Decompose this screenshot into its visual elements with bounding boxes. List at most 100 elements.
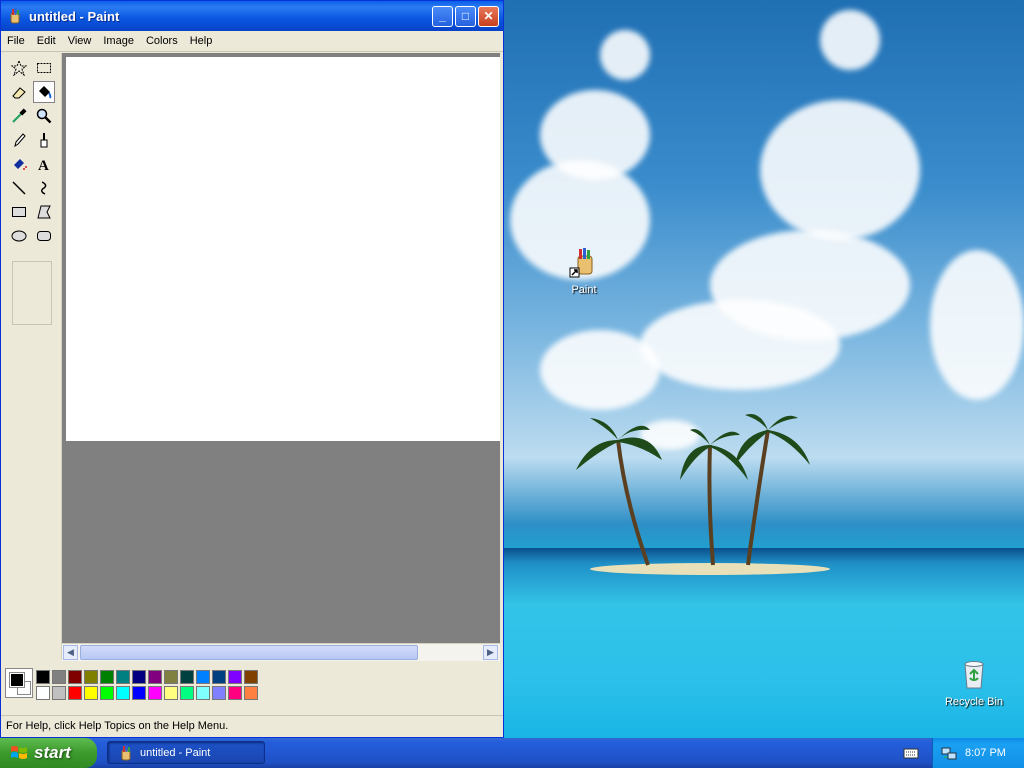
scroll-thumb[interactable] xyxy=(80,645,418,660)
palette-swatch[interactable] xyxy=(148,686,162,700)
palette-swatch[interactable] xyxy=(100,670,114,684)
palette-swatch[interactable] xyxy=(116,686,130,700)
clock[interactable]: 8:07 PM xyxy=(965,747,1006,759)
palette-swatch[interactable] xyxy=(164,686,178,700)
work-area: A ◀ ▶ xyxy=(4,53,500,711)
palette-swatch[interactable] xyxy=(36,670,50,684)
tool-options-box[interactable] xyxy=(12,261,52,325)
cloud xyxy=(640,300,840,390)
menu-colors[interactable]: Colors xyxy=(140,35,184,47)
taskbar-button-label: untitled - Paint xyxy=(140,746,211,759)
palette-swatch[interactable] xyxy=(228,670,242,684)
chevron-right-icon: ▶ xyxy=(487,647,494,657)
color-palette xyxy=(4,666,500,706)
menu-bar: File Edit View Image Colors Help xyxy=(1,31,503,52)
minimize-icon: _ xyxy=(439,9,446,23)
palette-swatch[interactable] xyxy=(180,686,194,700)
menu-edit[interactable]: Edit xyxy=(31,35,62,47)
palm-trees-icon xyxy=(576,414,810,566)
maximize-icon: □ xyxy=(461,9,470,23)
windows-logo-icon xyxy=(11,746,27,759)
keyboard-icon[interactable] xyxy=(903,745,919,761)
palette-swatch[interactable] xyxy=(84,670,98,684)
scroll-right-button[interactable]: ▶ xyxy=(483,645,498,660)
close-icon: ✕ xyxy=(483,9,494,23)
desktop-icon-label: Paint xyxy=(571,284,597,296)
tool-polygon[interactable] xyxy=(33,201,55,223)
palette-swatch[interactable] xyxy=(180,670,194,684)
paint-app-icon xyxy=(121,744,131,760)
palette-swatch[interactable] xyxy=(196,686,210,700)
tool-eraser[interactable] xyxy=(8,81,30,103)
tool-ellipse[interactable] xyxy=(8,225,30,247)
rectangle-icon xyxy=(12,207,26,217)
scroll-left-button[interactable]: ◀ xyxy=(63,645,78,660)
tool-rectangle[interactable] xyxy=(8,201,30,223)
paint-app-icon xyxy=(10,8,20,24)
menu-view[interactable]: View xyxy=(62,35,98,47)
maximize-button[interactable]: □ xyxy=(455,5,476,27)
tool-fill-with-color[interactable] xyxy=(33,81,55,103)
paint-shortcut-icon xyxy=(569,248,593,278)
palette-swatch[interactable] xyxy=(244,670,258,684)
tool-pick-color[interactable] xyxy=(8,105,30,127)
start-button[interactable]: start xyxy=(0,738,97,768)
palette-swatch[interactable] xyxy=(36,686,50,700)
text-icon: A xyxy=(38,158,49,172)
chevron-left-icon: ◀ xyxy=(67,647,74,657)
free-select-icon xyxy=(11,60,27,76)
palette-swatch[interactable] xyxy=(196,670,210,684)
tool-magnifier[interactable] xyxy=(33,105,55,127)
palette-swatch[interactable] xyxy=(68,670,82,684)
desktop-icon-recycle-bin[interactable]: Recycle Bin xyxy=(934,658,1014,708)
minimize-button[interactable]: _ xyxy=(432,5,453,27)
cloud xyxy=(820,10,880,70)
title-bar[interactable]: untitled - Paint _ □ ✕ xyxy=(1,1,503,31)
taskbar-button-paint[interactable]: untitled - Paint xyxy=(107,741,265,764)
foreground-color xyxy=(10,673,24,687)
palette-swatch[interactable] xyxy=(164,670,178,684)
palette-swatch[interactable] xyxy=(52,686,66,700)
palette-swatch[interactable] xyxy=(52,670,66,684)
tool-select[interactable] xyxy=(33,57,55,79)
tool-line[interactable] xyxy=(8,177,30,199)
palette-swatch[interactable] xyxy=(84,686,98,700)
horizontal-scrollbar[interactable]: ◀ ▶ xyxy=(62,643,500,661)
brush-icon xyxy=(40,133,48,148)
paint-window: untitled - Paint _ □ ✕ File Edit View Im… xyxy=(0,0,504,738)
current-colors[interactable] xyxy=(5,668,33,698)
svg-text:A: A xyxy=(38,158,49,172)
fill-bucket-icon xyxy=(39,86,52,99)
tool-curve[interactable] xyxy=(33,177,55,199)
menu-file[interactable]: File xyxy=(1,35,31,47)
palette-swatch[interactable] xyxy=(244,686,258,700)
palette-swatch[interactable] xyxy=(228,686,242,700)
tool-rounded-rectangle[interactable] xyxy=(33,225,55,247)
cloud xyxy=(540,330,660,410)
close-button[interactable]: ✕ xyxy=(478,5,499,27)
palette-swatch[interactable] xyxy=(212,670,226,684)
eyedropper-icon xyxy=(12,108,27,123)
network-icon[interactable] xyxy=(941,745,957,761)
tool-free-form-select[interactable] xyxy=(8,57,30,79)
palette-swatch[interactable] xyxy=(212,686,226,700)
status-text: For Help, click Help Topics on the Help … xyxy=(6,719,229,732)
palette-swatch[interactable] xyxy=(148,670,162,684)
palette-swatch[interactable] xyxy=(132,686,146,700)
ellipse-icon xyxy=(11,230,27,242)
window-title: untitled - Paint xyxy=(29,8,120,24)
tool-airbrush[interactable] xyxy=(8,153,30,175)
desktop-icon-paint[interactable]: Paint xyxy=(544,246,624,296)
palette-swatch[interactable] xyxy=(132,670,146,684)
tool-brush[interactable] xyxy=(33,129,55,151)
drawing-canvas[interactable] xyxy=(66,57,500,441)
polygon-icon xyxy=(37,205,51,219)
palette-swatch[interactable] xyxy=(116,670,130,684)
palette-swatch[interactable] xyxy=(68,686,82,700)
cloud xyxy=(600,30,650,80)
palette-swatch[interactable] xyxy=(100,686,114,700)
tool-pencil[interactable] xyxy=(8,129,30,151)
menu-image[interactable]: Image xyxy=(97,35,140,47)
menu-help[interactable]: Help xyxy=(184,35,219,47)
tool-text[interactable]: A xyxy=(33,153,55,175)
